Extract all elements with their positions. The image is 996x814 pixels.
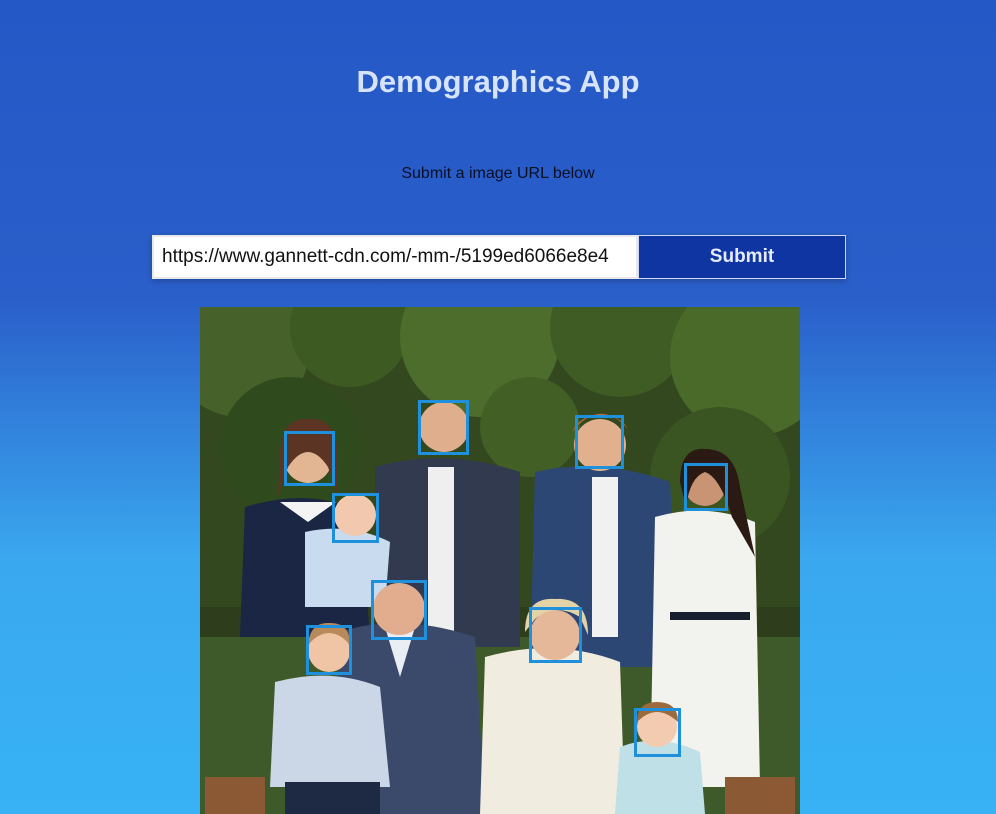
- face-box: [371, 580, 427, 640]
- face-box: [332, 493, 379, 543]
- url-form: Submit: [152, 235, 846, 279]
- face-box: [284, 431, 335, 486]
- face-box: [634, 708, 681, 757]
- submit-button[interactable]: Submit: [638, 235, 846, 279]
- result-image: [200, 307, 800, 814]
- face-box: [418, 400, 469, 455]
- instruction-text: Submit a image URL below: [401, 165, 595, 182]
- family-photo: [200, 307, 800, 814]
- image-url-input[interactable]: [152, 235, 638, 279]
- face-box: [684, 463, 728, 511]
- face-box: [575, 415, 624, 469]
- face-box: [529, 607, 582, 663]
- page-title: Demographics App: [356, 64, 640, 99]
- face-box: [306, 625, 352, 675]
